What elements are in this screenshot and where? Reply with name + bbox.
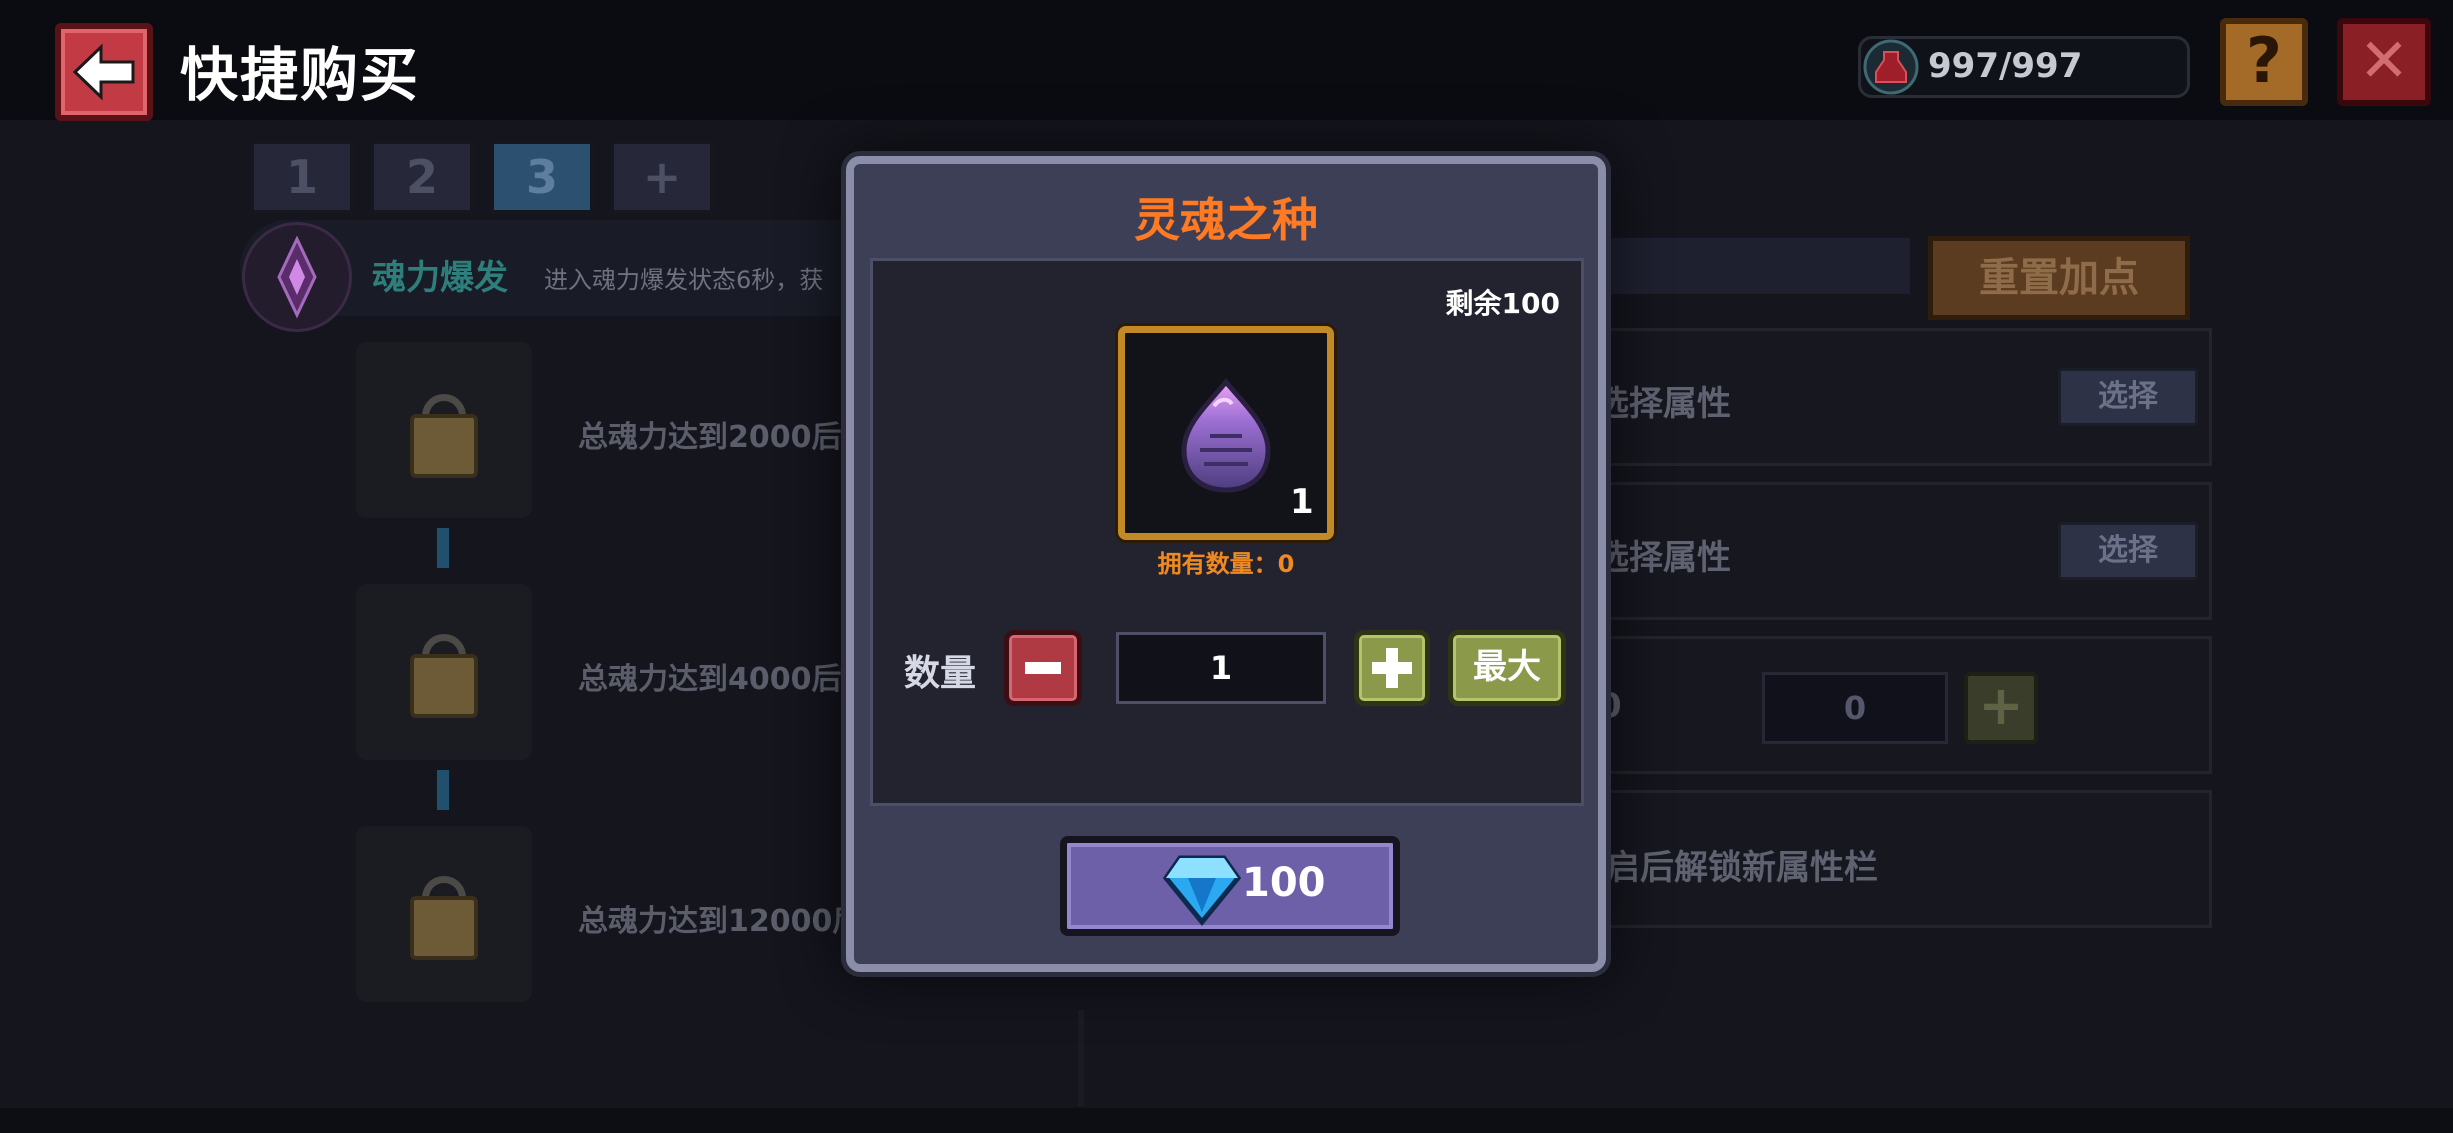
owned-quantity: 拥有数量：0 xyxy=(1157,550,1295,578)
plus-icon-vertical xyxy=(1386,648,1398,688)
burst-icon xyxy=(277,235,317,319)
choose-button[interactable]: 选择 xyxy=(2058,522,2198,580)
attribute-header-bar xyxy=(1600,238,1910,294)
tab-2[interactable]: 2 xyxy=(370,140,474,214)
skill-icon xyxy=(242,222,352,332)
help-button[interactable]: ? xyxy=(2220,18,2308,106)
stat-input[interactable]: 0 xyxy=(1762,672,1948,744)
price-value: 100 xyxy=(1242,860,1326,906)
node-connector xyxy=(437,770,449,810)
skill-description: 进入魂力爆发状态6秒，获 xyxy=(544,266,824,294)
choose-button[interactable]: 选择 xyxy=(2058,368,2198,426)
item-name: 灵魂之种 xyxy=(1134,193,1318,247)
attribute-label: 选择属性 xyxy=(1595,538,1731,578)
skill-name: 魂力爆发 xyxy=(372,258,508,298)
max-button[interactable]: 最大 xyxy=(1448,630,1566,706)
tab-1[interactable]: 1 xyxy=(250,140,354,214)
unlock-hint: 启后解锁新属性栏 xyxy=(1606,848,1878,888)
back-button[interactable] xyxy=(55,23,153,121)
stat-plus-button[interactable]: + xyxy=(1964,672,2038,744)
diamond-icon xyxy=(1162,855,1242,926)
quantity-input[interactable]: 1 xyxy=(1116,632,1326,704)
panel-divider xyxy=(1078,1010,1084,1106)
tab-3[interactable]: 3 xyxy=(490,140,594,214)
quantity-label: 数量 xyxy=(904,653,977,694)
attribute-label: 选择属性 xyxy=(1595,384,1731,424)
potion-icon xyxy=(1863,39,1919,95)
back-arrow-icon xyxy=(72,43,135,101)
stamina-value: 997/997 xyxy=(1928,46,2083,86)
requirement-text: 总魂力达到12000后 xyxy=(578,904,863,939)
close-button[interactable]: ✕ xyxy=(2337,18,2431,106)
remaining-stock: 剩余100 xyxy=(1445,287,1560,320)
reset-points-button[interactable]: 重置加点 xyxy=(1928,236,2190,320)
requirement-text: 总魂力达到2000后 xyxy=(578,420,842,455)
requirement-text: 总魂力达到4000后 xyxy=(578,662,842,697)
minus-icon xyxy=(1025,662,1061,674)
node-connector xyxy=(437,528,449,568)
lock-body xyxy=(410,414,478,478)
bottom-strip xyxy=(0,1108,2453,1133)
page-title: 快捷购买 xyxy=(180,41,421,109)
tab-add[interactable]: + xyxy=(610,140,714,214)
lock-body xyxy=(410,654,478,718)
lock-body xyxy=(410,896,478,960)
item-stack-count: 1 xyxy=(1290,482,1314,522)
soul-seed-icon xyxy=(1181,377,1271,493)
